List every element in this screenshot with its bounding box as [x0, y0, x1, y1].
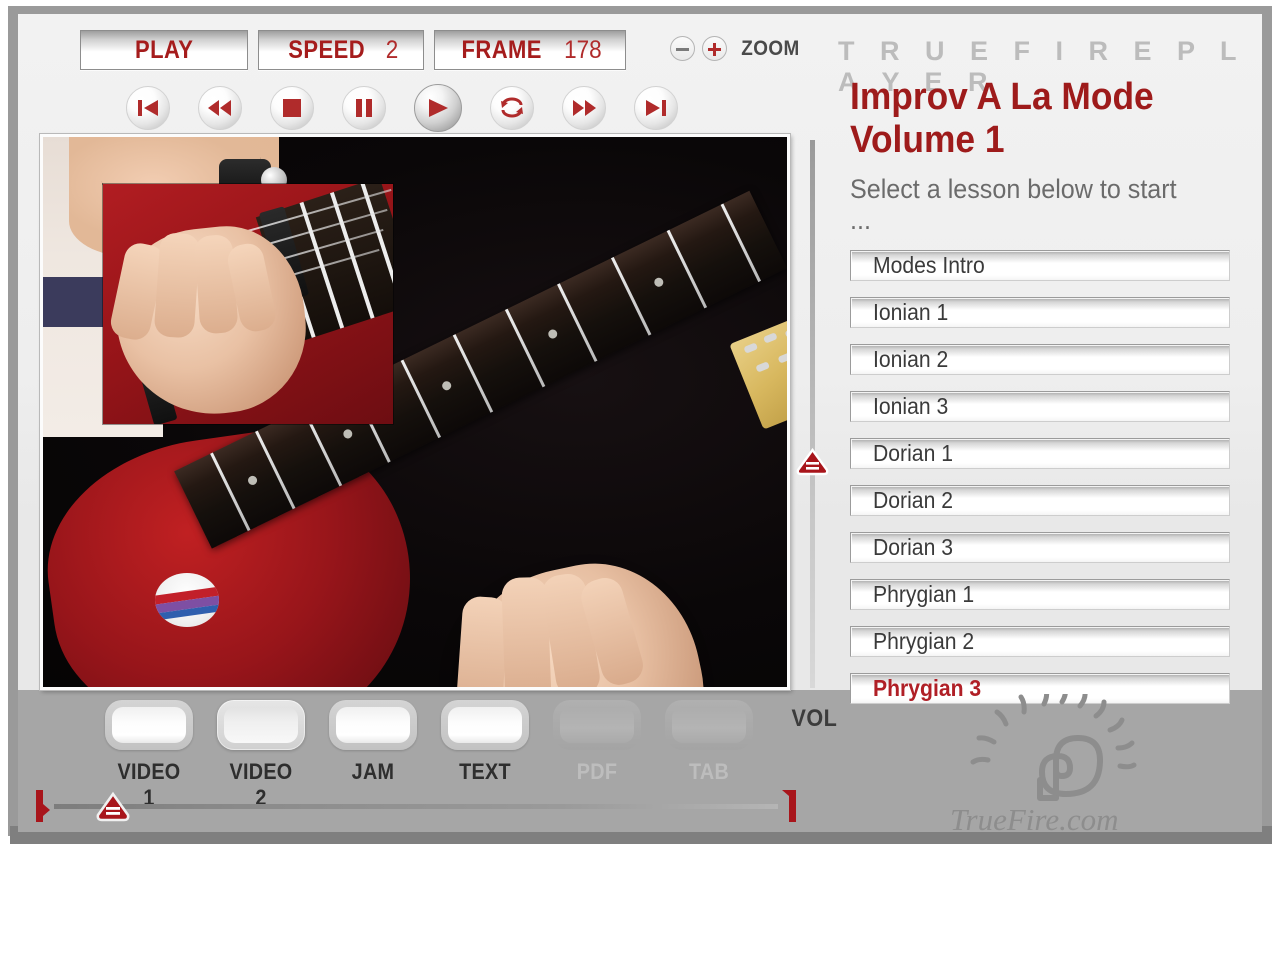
media-tab-label: PDF [576, 759, 618, 784]
rewind-button[interactable] [198, 86, 242, 130]
media-tab-button [217, 700, 305, 750]
stop-button[interactable] [270, 86, 314, 130]
lesson-item[interactable]: Dorian 2 [850, 485, 1230, 516]
lesson-item-label: Phrygian 1 [873, 581, 975, 607]
zoom-out-icon[interactable] [670, 36, 695, 61]
lesson-item[interactable]: Ionian 2 [850, 344, 1230, 375]
lesson-item[interactable]: Ionian 1 [850, 297, 1230, 328]
frame-field[interactable]: FRAME 178 [434, 30, 626, 70]
scrubber-track[interactable] [54, 804, 778, 809]
frame-value: 178 [563, 35, 602, 64]
playhead-thumb-icon [96, 791, 130, 822]
scrubber[interactable] [36, 790, 796, 824]
loop-in-marker[interactable] [36, 790, 50, 822]
zoom-label: ZOOM [741, 36, 800, 60]
lesson-title: Improv A La Mode Volume 1 [850, 76, 1154, 161]
next-track-button[interactable] [634, 86, 678, 130]
speed-value: 2 [385, 35, 398, 64]
media-tab-button [329, 700, 417, 750]
zoom-in-icon[interactable] [702, 36, 727, 61]
loop-in-marker-icon [36, 790, 50, 822]
app-window: PLAY SPEED 2 FRAME 178 ZOOM T R U E F I … [0, 0, 1280, 960]
media-tab-button [105, 700, 193, 750]
lesson-list: Modes Intro Ionian 1 Ionian 2 Ionian 3 Doria… [850, 250, 1230, 704]
media-tab-label: TAB [688, 759, 730, 784]
lesson-item-label: Modes Intro [873, 252, 985, 278]
loop-out-marker[interactable] [782, 790, 796, 822]
slider-thumb-icon [796, 447, 829, 476]
pause-icon [356, 99, 372, 117]
lesson-item-label: Ionian 2 [873, 346, 949, 372]
picture-in-picture-inset[interactable] [103, 184, 393, 424]
lesson-item-label: Dorian 1 [873, 440, 953, 466]
lesson-item-label: Ionian 1 [873, 299, 949, 325]
media-tab-button [665, 700, 753, 750]
play-status-field[interactable]: PLAY [80, 30, 248, 70]
speed-label: SPEED [288, 35, 366, 64]
lesson-sidebar: Improv A La Mode Volume 1 Select a lesso… [850, 76, 1230, 720]
speed-field[interactable]: SPEED 2 [258, 30, 424, 70]
volume-slider-thumb[interactable] [796, 447, 829, 476]
lesson-item-label: Dorian 2 [873, 487, 953, 513]
rewind-icon [208, 100, 231, 116]
video-guitar-sticker [155, 573, 219, 627]
volume-label: VOL [791, 705, 838, 732]
svg-text:TrueFire.com: TrueFire.com [950, 802, 1118, 836]
transport-controls [126, 84, 678, 132]
media-tab-button [441, 700, 529, 750]
previous-track-button[interactable] [126, 86, 170, 130]
lesson-item[interactable]: Phrygian 2 [850, 626, 1230, 657]
pause-button[interactable] [342, 86, 386, 130]
truefire-sun-logo-icon: TrueFire.com [950, 683, 1137, 837]
lesson-item-label: Dorian 3 [873, 534, 953, 560]
lesson-item[interactable]: Modes Intro [850, 250, 1230, 281]
scrubber-playhead[interactable] [94, 791, 132, 823]
play-icon [429, 99, 448, 117]
frame-label: FRAME [461, 35, 543, 64]
fast-forward-button[interactable] [562, 86, 606, 130]
loop-icon [501, 97, 523, 118]
lesson-item[interactable]: Dorian 3 [850, 532, 1230, 563]
volume-slider-track[interactable] [810, 140, 815, 688]
stop-icon [283, 99, 301, 117]
media-tab-label: TEXT [459, 759, 511, 784]
lesson-subtitle: Select a lesson below to start ... [850, 174, 1177, 235]
lesson-item-label: Ionian 3 [873, 393, 949, 419]
loop-out-marker-icon [782, 790, 796, 822]
play-button[interactable] [414, 84, 462, 132]
loop-button[interactable] [490, 86, 534, 130]
lesson-item[interactable]: Ionian 3 [850, 391, 1230, 422]
truefire-logo: TrueFire.com [944, 683, 1174, 837]
skip-back-icon [138, 100, 158, 116]
skip-forward-icon [646, 100, 666, 116]
fast-forward-icon [573, 100, 596, 116]
media-tab-label: JAM [351, 759, 395, 784]
play-status-label: PLAY [134, 35, 194, 64]
zoom-controls: ZOOM [670, 36, 803, 61]
lesson-item[interactable]: Dorian 1 [850, 438, 1230, 469]
video-viewport[interactable] [40, 134, 790, 690]
media-tab-button [553, 700, 641, 750]
lesson-item[interactable]: Phrygian 1 [850, 579, 1230, 610]
lesson-item-label: Phrygian 2 [873, 628, 975, 654]
